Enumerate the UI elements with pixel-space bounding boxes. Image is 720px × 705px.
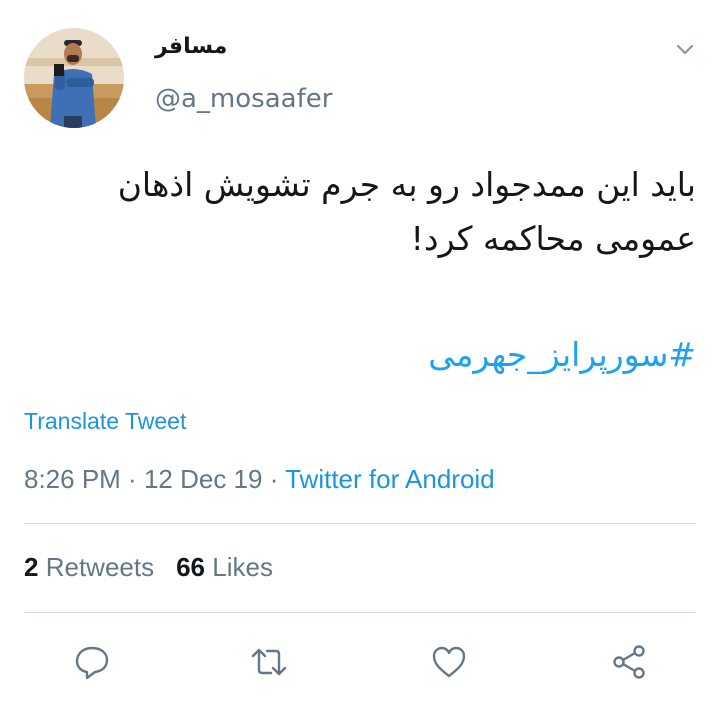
tweet-text-line: عمومی محاکمه کرد!: [410, 219, 696, 258]
hashtag-link[interactable]: #سورپرایز_جهرمی: [24, 328, 696, 382]
translate-tweet-link[interactable]: Translate Tweet: [24, 408, 186, 435]
retweets-label: Retweets: [45, 552, 155, 582]
likes-label: Likes: [212, 552, 273, 582]
avatar[interactable]: [24, 28, 124, 128]
chevron-down-icon[interactable]: [672, 36, 698, 62]
tweet-date: 12 Dec 19: [143, 464, 263, 494]
likes-count: 66: [176, 552, 206, 582]
engagement-stats: 2 Retweets 66 Likes: [24, 552, 273, 583]
retweets-count: 2: [24, 552, 39, 582]
tweet-text: باید این ممدجواد رو به جرم تشویش اذهان ع…: [24, 158, 696, 266]
avatar-photo: [24, 28, 124, 128]
like-heart-icon[interactable]: [429, 642, 469, 682]
meta-separator: ·: [262, 464, 286, 494]
retweet-icon[interactable]: [249, 642, 289, 682]
author-display-name[interactable]: مسافر: [155, 34, 227, 59]
author-handle[interactable]: @a_mosaafer: [155, 84, 332, 114]
meta-separator: ·: [120, 464, 144, 494]
tweet-metadata: 8:26 PM · 12 Dec 19 · Twitter for Androi…: [24, 464, 495, 495]
divider: [24, 612, 696, 613]
tweet-text-line: باید این ممدجواد رو به جرم تشویش اذهان: [117, 165, 696, 204]
tweet-source-link[interactable]: Twitter for Android: [285, 464, 495, 494]
divider: [24, 523, 696, 524]
retweets-stat[interactable]: 2 Retweets: [24, 552, 154, 582]
tweet-time: 8:26 PM: [24, 464, 121, 494]
likes-stat[interactable]: 66 Likes: [176, 552, 273, 582]
share-icon[interactable]: [609, 642, 649, 682]
reply-icon[interactable]: [72, 642, 112, 682]
